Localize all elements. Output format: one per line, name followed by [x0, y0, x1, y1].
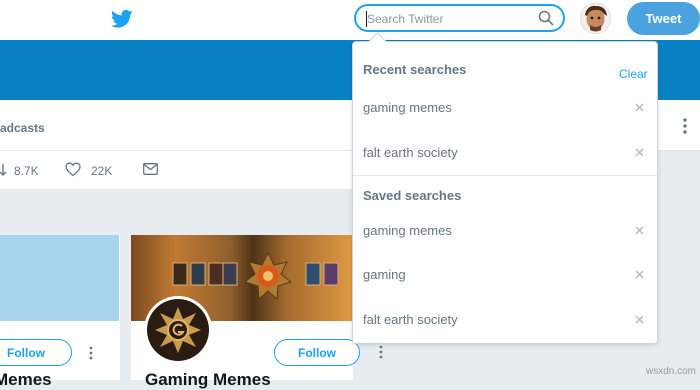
card-more-icon[interactable]: [378, 345, 384, 359]
search-icon[interactable]: [538, 10, 554, 26]
saved-search-item[interactable]: gaming: [363, 267, 406, 282]
retweet-icon[interactable]: [0, 163, 8, 177]
recent-searches-heading: Recent searches: [363, 62, 467, 77]
follow-button[interactable]: Follow: [274, 339, 360, 366]
watermark-text: wsxdn.com: [645, 366, 696, 377]
follow-button[interactable]: Follow: [0, 339, 72, 366]
card-more-icon[interactable]: [88, 346, 94, 360]
card-banner: [0, 235, 119, 321]
avatar-face-icon: [580, 3, 611, 34]
nav-item-label[interactable]: adcasts: [0, 121, 45, 135]
avatar[interactable]: [580, 3, 611, 34]
card-title[interactable]: Memes: [0, 370, 52, 390]
tweet-button[interactable]: Tweet: [627, 2, 700, 35]
like-count: 22K: [91, 164, 113, 178]
heart-icon[interactable]: [65, 162, 81, 177]
remove-search-icon[interactable]: [635, 226, 644, 235]
more-options-icon[interactable]: [678, 117, 692, 135]
search-input[interactable]: [366, 11, 527, 27]
gaming-logo-icon[interactable]: [147, 299, 209, 361]
saved-search-item[interactable]: falt earth society: [363, 312, 458, 327]
recent-search-item[interactable]: falt earth society: [363, 145, 458, 160]
tweet-actions-row: [0, 151, 352, 189]
recent-search-item[interactable]: gaming memes: [363, 100, 452, 115]
retweet-count: 8.7K: [14, 164, 39, 178]
twitter-bird-icon[interactable]: [111, 9, 133, 29]
clear-recent-link[interactable]: Clear: [619, 67, 648, 81]
remove-search-icon[interactable]: [635, 103, 644, 112]
remove-search-icon[interactable]: [635, 315, 644, 324]
saved-searches-heading: Saved searches: [363, 188, 462, 203]
search-box[interactable]: [354, 4, 565, 32]
dropdown-divider: [353, 175, 657, 176]
saved-search-item[interactable]: gaming memes: [363, 223, 452, 238]
card-title[interactable]: Gaming Memes: [145, 370, 271, 390]
remove-search-icon[interactable]: [635, 270, 644, 279]
direct-message-icon[interactable]: [143, 163, 158, 175]
remove-search-icon[interactable]: [635, 148, 644, 157]
